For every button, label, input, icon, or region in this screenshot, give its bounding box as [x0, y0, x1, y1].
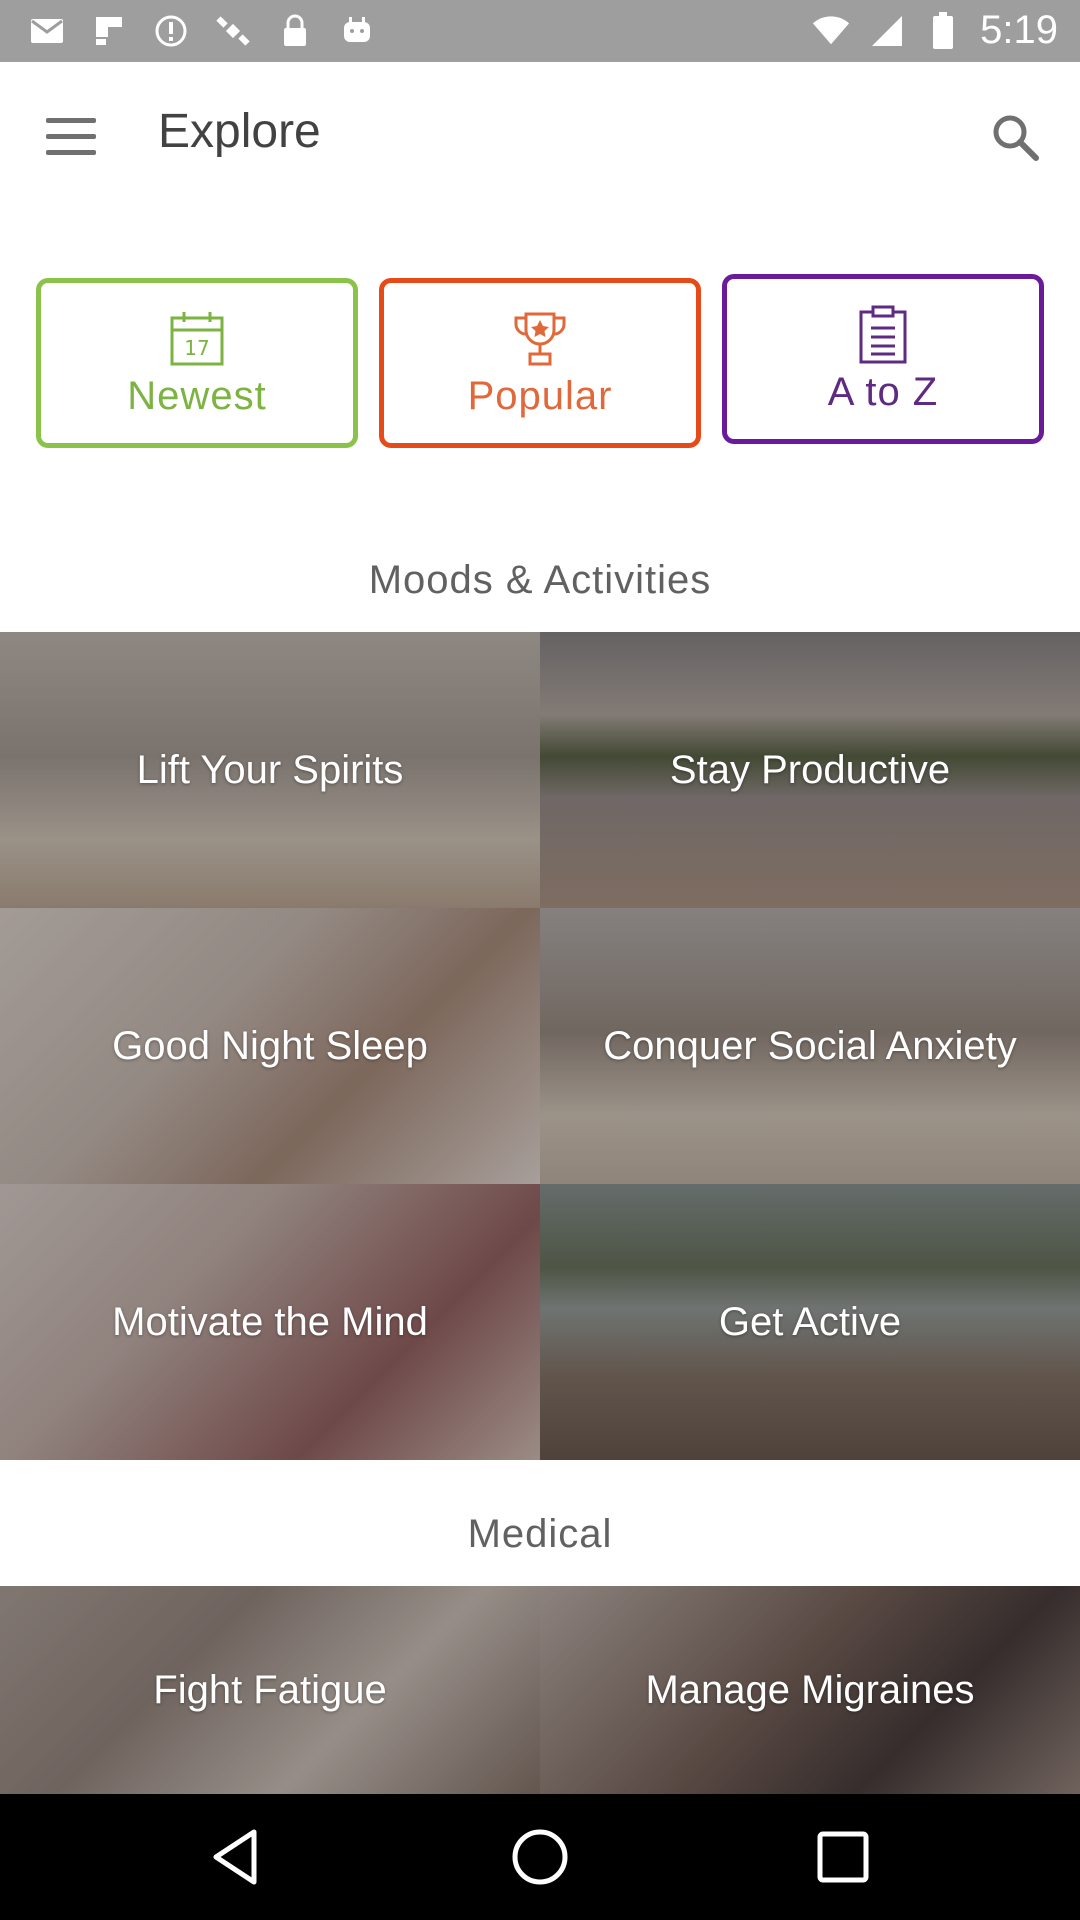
- tile-label: Fight Fatigue: [153, 1667, 387, 1712]
- lock-icon: [276, 12, 314, 50]
- mail-icon: [28, 12, 66, 50]
- alert-icon: [152, 12, 190, 50]
- android-icon: [338, 12, 376, 50]
- tile-label: Motivate the Mind: [112, 1299, 428, 1344]
- a-to-z-label: A to Z: [827, 369, 939, 414]
- signal-icon: [868, 12, 906, 50]
- tile-fight-fatigue[interactable]: Fight Fatigue: [0, 1586, 540, 1794]
- flipboard-icon: [90, 12, 128, 50]
- tile-label: Lift Your Spirits: [136, 747, 404, 792]
- tile-conquer-social-anxiety[interactable]: Conquer Social Anxiety: [540, 908, 1080, 1184]
- battery-icon: [924, 11, 962, 50]
- newest-label: Newest: [127, 373, 267, 418]
- newest-button[interactable]: 17 Newest: [36, 278, 358, 448]
- popular-label: Popular: [467, 373, 613, 418]
- recents-icon[interactable]: [810, 1824, 876, 1890]
- moods-grid: Lift Your Spirits Stay Productive Good N…: [0, 632, 1080, 1460]
- back-icon[interactable]: [204, 1824, 270, 1890]
- page-title: Explore: [158, 105, 321, 158]
- satellite-icon: [214, 12, 252, 50]
- status-time: 5:19: [980, 8, 1058, 52]
- tile-good-night-sleep[interactable]: Good Night Sleep: [0, 908, 540, 1184]
- tile-motivate-the-mind[interactable]: Motivate the Mind: [0, 1184, 540, 1460]
- tile-label: Stay Productive: [669, 747, 951, 792]
- tile-get-active[interactable]: Get Active: [540, 1184, 1080, 1460]
- status-bar: 5:19: [0, 0, 1080, 62]
- clipboard-icon: [853, 304, 913, 364]
- filter-row: 17 Newest Popular A to Z: [36, 274, 1044, 450]
- tile-manage-migraines[interactable]: Manage Migraines: [540, 1586, 1080, 1794]
- wifi-icon: [812, 12, 850, 50]
- tile-label: Conquer Social Anxiety: [603, 1023, 1017, 1068]
- app-bar: Explore: [0, 62, 1080, 210]
- trophy-icon: [510, 308, 570, 368]
- medical-grid: Fight Fatigue Manage Migraines: [0, 1586, 1080, 1794]
- tile-label: Get Active: [718, 1299, 902, 1344]
- calendar-icon: 17: [167, 308, 227, 368]
- tile-lift-your-spirits[interactable]: Lift Your Spirits: [0, 632, 540, 908]
- navigation-bar: [0, 1794, 1080, 1920]
- moods-section-title: Moods & Activities: [368, 558, 712, 602]
- tile-label: Good Night Sleep: [112, 1023, 428, 1068]
- search-icon[interactable]: [988, 110, 1044, 166]
- menu-icon[interactable]: [46, 116, 100, 156]
- medical-section-title: Medical: [467, 1512, 613, 1556]
- a-to-z-button[interactable]: A to Z: [722, 274, 1044, 444]
- tile-label: Manage Migraines: [645, 1667, 975, 1712]
- calendar-day-text: 17: [184, 336, 209, 360]
- popular-button[interactable]: Popular: [379, 278, 701, 448]
- home-icon[interactable]: [507, 1824, 573, 1890]
- tile-stay-productive[interactable]: Stay Productive: [540, 632, 1080, 908]
